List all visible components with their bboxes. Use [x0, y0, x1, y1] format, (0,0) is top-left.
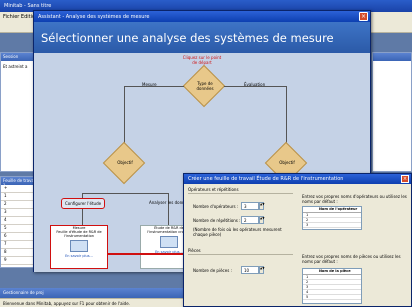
reps-hint: (Nombre de fois où les opérateurs mesure… — [193, 227, 282, 237]
dialog-close-icon[interactable]: × — [401, 175, 409, 183]
section-operators: Opérateurs et répétitions — [188, 187, 239, 192]
branch-right: Évaluation — [244, 82, 266, 87]
thumb1-link[interactable]: En savoir plus... — [51, 254, 107, 258]
part-row-5[interactable]: 5 — [303, 295, 361, 300]
num-parts-input[interactable]: 10 — [241, 266, 259, 274]
close-icon[interactable]: × — [359, 12, 368, 21]
start-note: Cliquez sur le point de départ — [182, 55, 222, 65]
section-parts: Pièces — [188, 248, 201, 253]
thumb1-subtitle: Feuille d'étude de R&R de l'instrumentat… — [56, 230, 102, 238]
dialog-titlebar: Créer une feuille de travail Étude de R&… — [184, 174, 411, 184]
worksheet-thumbnail[interactable]: Mesure Feuille d'étude de R&R de l'instr… — [50, 225, 108, 269]
num-operators-input[interactable]: 3 — [241, 202, 259, 210]
assistant-title: Assistant - Analyse des systèmes de mesu… — [38, 14, 150, 20]
num-reps-input[interactable]: 2 — [241, 216, 259, 224]
right-panel — [372, 52, 412, 172]
app-title: Minitab - Sans titre — [4, 3, 52, 9]
parts-grid[interactable]: Nom de la pièce 1 2 3 4 5 — [302, 268, 362, 304]
configure-study-button[interactable]: Configurer l'étude — [61, 198, 106, 209]
assistant-titlebar: Assistant - Analyse des systèmes de mesu… — [34, 11, 370, 22]
project-manager[interactable]: Gestionnaire de proj — [0, 288, 190, 298]
num-parts-stepper[interactable]: ▲▼ — [259, 266, 265, 274]
branch-left: Mesure — [142, 82, 157, 87]
num-reps-stepper[interactable]: ▲▼ — [259, 216, 265, 224]
num-parts-label: Nombre de pièces : — [193, 268, 232, 273]
arrow-line — [108, 253, 184, 255]
crossed-preview-icon — [160, 236, 178, 248]
operators-grid[interactable]: Nom de l'opérateur 1 2 3 — [302, 206, 362, 230]
num-operators-stepper[interactable]: ▲▼ — [259, 202, 265, 210]
dialog-title: Créer une feuille de travail Étude de R&… — [188, 176, 344, 182]
worksheet-preview-icon — [70, 240, 88, 252]
gauge-rr-dialog[interactable]: Créer une feuille de travail Étude de R&… — [183, 173, 412, 307]
operators-instruction: Entrez vos propres noms d'opérateurs ou … — [302, 194, 407, 204]
assistant-header: Sélectionner une analyse des systèmes de… — [34, 22, 370, 53]
parts-instruction: Entrez vos propres noms de pièces ou uti… — [302, 254, 401, 264]
num-reps-label: Nombre de répétitions : — [193, 218, 241, 223]
objective-label-right: Objectif — [279, 160, 295, 165]
objective-label-left: Objectif — [117, 160, 133, 165]
type-label: Type de données — [196, 81, 214, 91]
operator-row-3[interactable]: 3 — [303, 223, 361, 228]
num-operators-label: Nombre d'opérateurs : — [193, 204, 239, 209]
